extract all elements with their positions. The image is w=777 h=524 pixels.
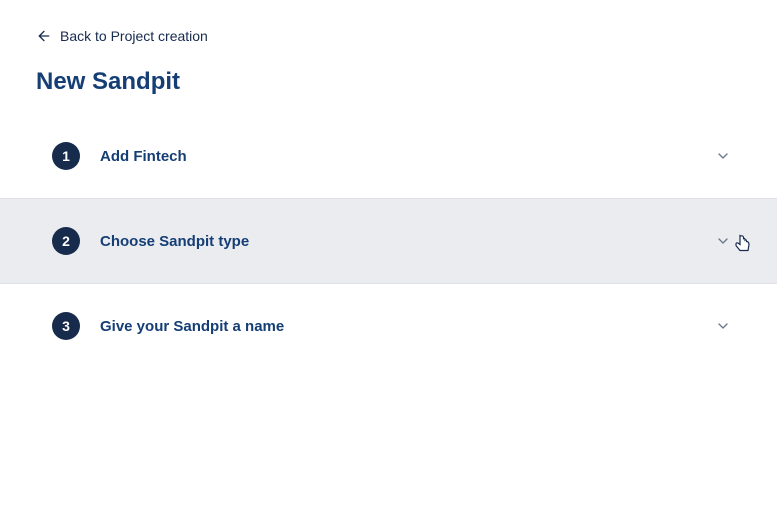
step-number-badge: 1 xyxy=(52,142,80,170)
back-link-label: Back to Project creation xyxy=(60,28,208,44)
cursor-pointer-icon xyxy=(734,234,752,259)
steps-accordion: 1 Add Fintech 2 Choose Sandpit type 3 Gi… xyxy=(0,114,777,368)
arrow-left-icon xyxy=(36,28,52,44)
step-choose-sandpit-type[interactable]: 2 Choose Sandpit type xyxy=(0,198,777,284)
step-number-badge: 3 xyxy=(52,312,80,340)
page-title: New Sandpit xyxy=(36,68,777,96)
chevron-down-icon xyxy=(715,233,731,249)
step-give-sandpit-name[interactable]: 3 Give your Sandpit a name xyxy=(0,284,777,368)
step-add-fintech[interactable]: 1 Add Fintech xyxy=(0,114,777,198)
back-to-project-creation-link[interactable]: Back to Project creation xyxy=(36,28,777,44)
step-title: Add Fintech xyxy=(100,148,715,165)
chevron-down-icon xyxy=(715,318,731,334)
step-number-badge: 2 xyxy=(52,227,80,255)
step-title: Choose Sandpit type xyxy=(100,233,715,250)
step-title: Give your Sandpit a name xyxy=(100,318,715,335)
chevron-down-icon xyxy=(715,148,731,164)
